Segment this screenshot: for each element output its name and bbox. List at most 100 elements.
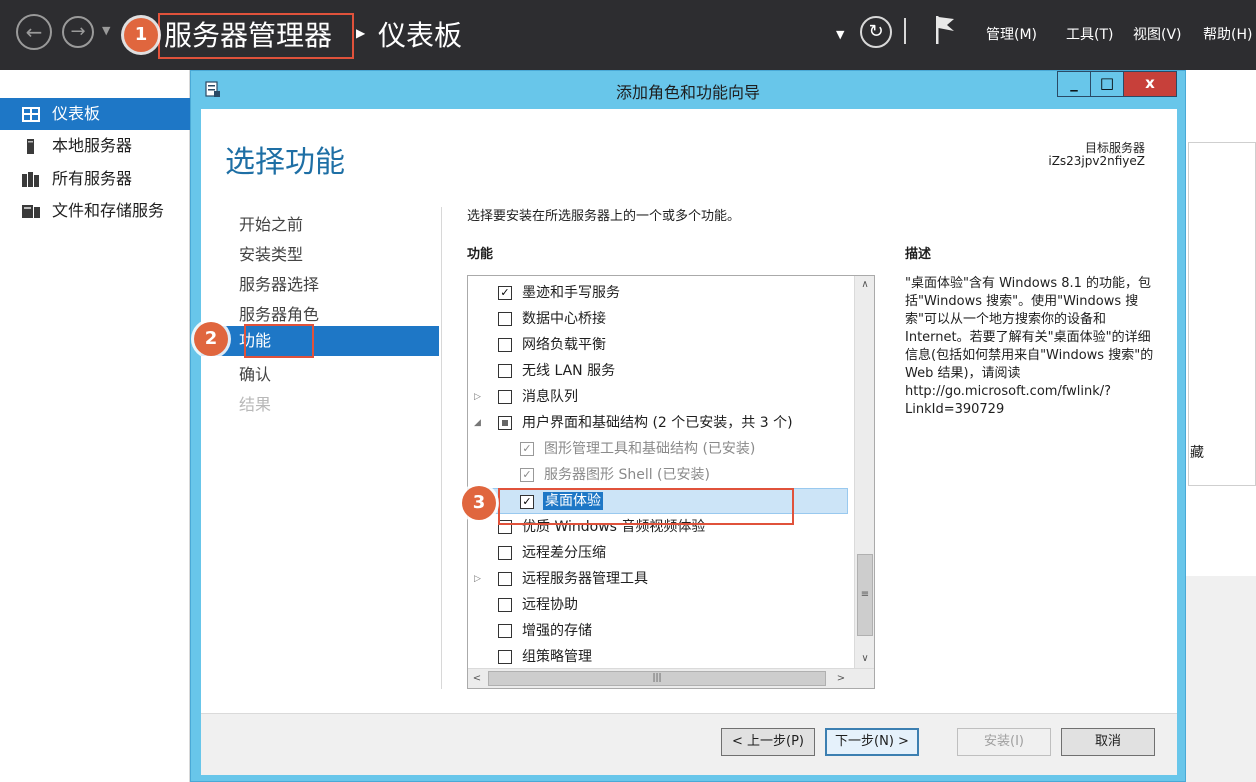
- step-before-you-begin[interactable]: 开始之前: [239, 211, 303, 235]
- step-installation-type[interactable]: 安装类型: [239, 241, 303, 265]
- feature-label: 增强的存储: [522, 623, 592, 639]
- scroll-right-icon[interactable]: >: [832, 670, 850, 688]
- feature-checkbox[interactable]: [498, 572, 512, 586]
- features-header: 功能: [467, 247, 494, 262]
- menu-manage[interactable]: 管理(M): [986, 24, 1037, 44]
- annotation-highlight-box-1: [158, 13, 354, 59]
- sidebar-item-label: 所有服务器: [52, 169, 133, 188]
- feature-description: "桌面体验"含有 Windows 8.1 的功能，包括"Windows 搜索"。…: [905, 276, 1154, 417]
- annotation-marker-3: 3: [462, 486, 496, 520]
- feature-label: 网络负载平衡: [522, 337, 606, 353]
- feature-row[interactable]: ▷ 消息队列: [468, 384, 848, 410]
- sidebar-item-file-storage[interactable]: 文件和存储服务: [0, 195, 190, 227]
- wizard-titlebar[interactable]: 添加角色和功能向导 _ □ x: [191, 71, 1185, 109]
- feature-label: 图形管理工具和基础结构 (已安装): [544, 441, 756, 457]
- annotation-highlight-box-3: [498, 488, 794, 525]
- wizard-window-title: 添加角色和功能向导: [615, 83, 760, 102]
- feature-row[interactable]: 组策略管理: [468, 644, 848, 670]
- feature-label: 远程服务器管理工具: [522, 571, 648, 587]
- feature-label: 墨迹和手写服务: [522, 285, 620, 301]
- annotation-marker-1: 1: [124, 18, 158, 52]
- step-server-selection[interactable]: 服务器选择: [239, 271, 319, 295]
- maximize-button[interactable]: □: [1090, 71, 1124, 97]
- notifications-flag-icon[interactable]: [934, 14, 956, 46]
- breadcrumb-separator-icon: ▶: [356, 26, 366, 40]
- expand-arrow-icon[interactable]: ▷: [474, 566, 481, 592]
- feature-checkbox[interactable]: [498, 598, 512, 612]
- annotation-highlight-box-2: [244, 324, 314, 358]
- feature-row[interactable]: 网络负载平衡: [468, 332, 848, 358]
- target-server-name: iZs23jpv2nfiyeZ: [1048, 154, 1145, 168]
- feature-checkbox[interactable]: [498, 650, 512, 664]
- feature-row[interactable]: ◢ 用户界面和基础结构 (2 个已安装，共 3 个): [468, 410, 848, 436]
- menu-view[interactable]: 视图(V): [1133, 24, 1182, 44]
- scroll-down-icon[interactable]: ∨: [856, 650, 874, 668]
- dashboard-icon: [22, 107, 40, 122]
- features-list[interactable]: ✓ 墨迹和手写服务 数据中心桥接 网络负载平衡 无线 LAN 服务 ▷ 消息队列: [467, 275, 875, 689]
- back-arrow-icon[interactable]: ←: [16, 14, 52, 50]
- horizontal-scrollbar[interactable]: < ||| >: [468, 668, 874, 688]
- scroll-up-icon[interactable]: ∧: [856, 276, 874, 294]
- feature-checkbox[interactable]: [498, 364, 512, 378]
- dashboard-tile-text: 藏: [1190, 445, 1204, 461]
- feature-row[interactable]: 数据中心桥接: [468, 306, 848, 332]
- sidebar-item-label: 仪表板: [52, 104, 101, 123]
- sidebar-item-dashboard[interactable]: 仪表板: [0, 98, 190, 130]
- forward-arrow-icon[interactable]: →: [62, 16, 94, 48]
- vertical-scrollbar[interactable]: ∧ ≡ ∨: [854, 276, 874, 670]
- file-storage-icon: [22, 205, 40, 218]
- next-button[interactable]: 下一步(N) >: [825, 728, 919, 756]
- menu-help[interactable]: 帮助(H): [1203, 24, 1252, 44]
- feature-row[interactable]: ✓ 墨迹和手写服务: [468, 280, 848, 306]
- page-title: 选择功能: [225, 145, 345, 180]
- feature-label: 远程协助: [522, 597, 578, 613]
- cancel-button[interactable]: 取消: [1061, 728, 1155, 756]
- instruction-text: 选择要安装在所选服务器上的一个或多个功能。: [467, 209, 741, 224]
- collapse-arrow-icon[interactable]: ◢: [474, 410, 481, 436]
- feature-row[interactable]: 增强的存储: [468, 618, 848, 644]
- step-features[interactable]: 功能: [201, 326, 439, 356]
- annotation-marker-2: 2: [194, 322, 228, 356]
- feature-row: ✓ 服务器图形 Shell (已安装): [468, 462, 848, 488]
- feature-checkbox[interactable]: [498, 546, 512, 560]
- breadcrumb-dropdown-icon[interactable]: ▼: [836, 28, 844, 41]
- dashboard-tile: [1188, 142, 1256, 486]
- feature-label: 消息队列: [522, 389, 578, 405]
- feature-label: 远程差分压缩: [522, 545, 606, 561]
- feature-checkbox: ✓: [520, 442, 534, 456]
- previous-button[interactable]: < 上一步(P): [721, 728, 815, 756]
- expand-arrow-icon[interactable]: ▷: [474, 384, 481, 410]
- feature-label: 无线 LAN 服务: [522, 363, 616, 379]
- feature-label: 组策略管理: [522, 649, 592, 665]
- hscroll-thumb[interactable]: |||: [488, 671, 826, 686]
- feature-checkbox-partial[interactable]: [498, 416, 512, 430]
- scroll-thumb[interactable]: ≡: [857, 554, 873, 636]
- scroll-left-icon[interactable]: <: [468, 670, 486, 688]
- feature-checkbox[interactable]: [498, 312, 512, 326]
- breadcrumb-current: 仪表板: [378, 19, 463, 52]
- feature-row: ✓ 图形管理工具和基础结构 (已安装): [468, 436, 848, 462]
- menu-tools[interactable]: 工具(T): [1066, 24, 1113, 44]
- local-server-icon: [27, 139, 34, 154]
- close-button[interactable]: x: [1123, 71, 1177, 97]
- refresh-icon[interactable]: ↻: [860, 16, 892, 48]
- feature-row[interactable]: 远程协助: [468, 592, 848, 618]
- feature-row[interactable]: 无线 LAN 服务: [468, 358, 848, 384]
- feature-checkbox[interactable]: [498, 338, 512, 352]
- nav-history-dropdown-icon[interactable]: ▼: [102, 24, 110, 37]
- install-button: 安装(I): [957, 728, 1051, 756]
- feature-checkbox[interactable]: [498, 624, 512, 638]
- feature-checkbox[interactable]: ✓: [498, 286, 512, 300]
- feature-label: 服务器图形 Shell (已安装): [544, 467, 710, 483]
- wizard-content: 选择功能 目标服务器 iZs23jpv2nfiyeZ 开始之前 安装类型 服务器…: [201, 109, 1177, 713]
- step-confirmation[interactable]: 确认: [239, 361, 271, 385]
- sidebar-item-local-server[interactable]: 本地服务器: [0, 130, 190, 162]
- feature-row[interactable]: 远程差分压缩: [468, 540, 848, 566]
- feature-row[interactable]: ▷ 远程服务器管理工具: [468, 566, 848, 592]
- sidebar-item-all-servers[interactable]: 所有服务器: [0, 163, 190, 195]
- minimize-button[interactable]: _: [1057, 71, 1091, 97]
- dashboard-lower-panel: [1186, 576, 1256, 782]
- feature-checkbox[interactable]: [498, 390, 512, 404]
- step-server-roles[interactable]: 服务器角色: [239, 301, 319, 325]
- feature-checkbox: ✓: [520, 468, 534, 482]
